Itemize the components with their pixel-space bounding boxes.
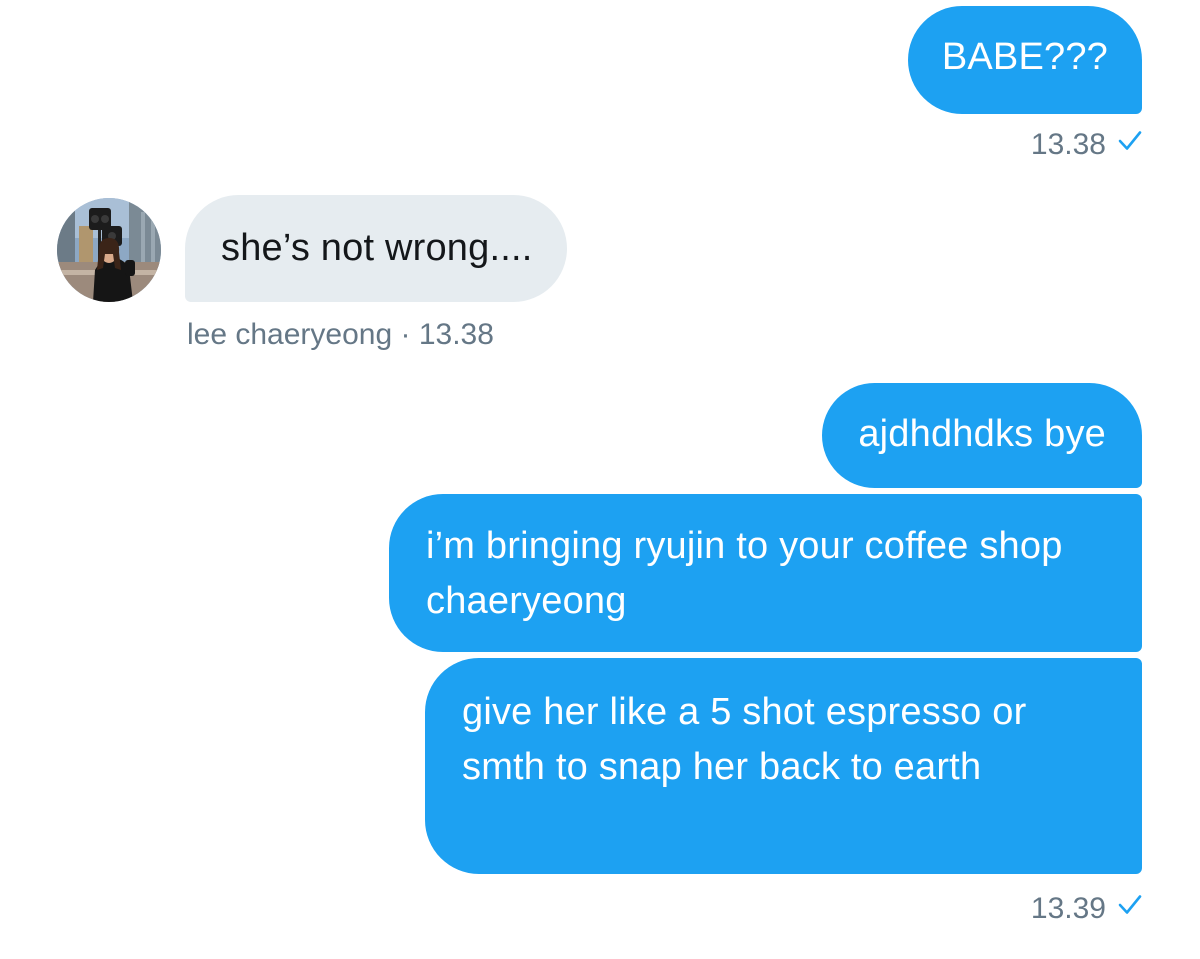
message-meta: 13.39 [1031, 892, 1142, 926]
message-bubble-outgoing[interactable]: give her like a 5 shot espresso or smth … [425, 658, 1142, 874]
timestamp: 13.39 [1030, 892, 1106, 925]
message-text: BABE??? [941, 36, 1108, 78]
message-text: i’m bringing ryujin to your coffee shop … [426, 525, 1063, 622]
message-bubble-outgoing[interactable]: i’m bringing ryujin to your coffee shop … [389, 494, 1142, 652]
timestamp: 13.38 [1030, 128, 1106, 161]
sender-name[interactable]: lee chaeryeong [187, 318, 392, 351]
checkmark-icon [1118, 890, 1142, 924]
meta-separator: · [400, 318, 411, 351]
avatar[interactable] [57, 198, 161, 302]
message-bubble-outgoing[interactable]: BABE??? [907, 6, 1142, 114]
timestamp: 13.38 [418, 318, 494, 351]
message-text: ajdhdhdks bye [858, 413, 1106, 455]
message-bubble-incoming[interactable]: she’s not wrong.... [185, 195, 567, 302]
message-bubble-outgoing[interactable]: ajdhdhdks bye [822, 383, 1142, 488]
message-text: give her like a 5 shot espresso or smth … [462, 691, 1027, 788]
checkmark-icon [1118, 126, 1142, 160]
message-text: she’s not wrong.... [221, 227, 533, 269]
message-meta: lee chaeryeong · 13.38 [187, 318, 494, 352]
message-meta: 13.38 [1031, 128, 1142, 162]
